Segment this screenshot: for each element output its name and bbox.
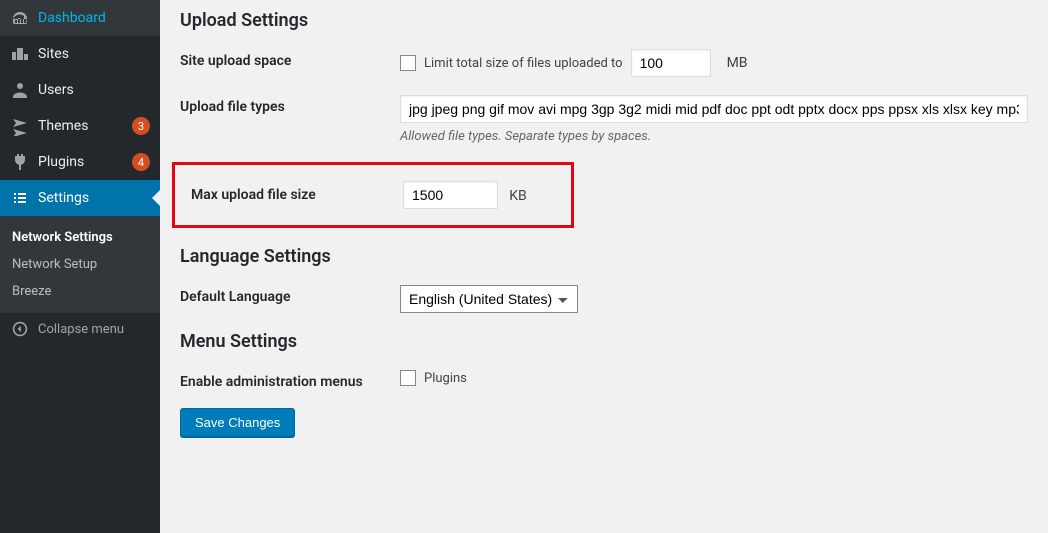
site-upload-space-label: Site upload space	[180, 49, 400, 69]
dashboard-icon	[10, 8, 30, 28]
default-language-select[interactable]: English (United States)	[400, 285, 578, 313]
themes-icon	[10, 116, 30, 136]
plugins-badge: 4	[132, 153, 150, 171]
sidebar-label: Dashboard	[38, 10, 150, 26]
default-language-row: Default Language English (United States)	[180, 285, 1028, 313]
sites-icon	[10, 44, 30, 64]
submenu-network-setup[interactable]: Network Setup	[0, 251, 160, 278]
limit-upload-unit: MB	[727, 55, 748, 71]
themes-badge: 3	[132, 117, 150, 135]
sidebar-label: Plugins	[38, 154, 127, 170]
submenu-network-settings[interactable]: Network Settings	[0, 224, 160, 251]
language-settings-heading: Language Settings	[180, 246, 1028, 267]
enable-admin-plugins-text: Plugins	[424, 371, 467, 386]
sidebar-item-sites[interactable]: Sites	[0, 36, 160, 72]
users-icon	[10, 80, 30, 100]
enable-admin-menus-label: Enable administration menus	[180, 370, 400, 390]
limit-upload-checkbox[interactable]	[400, 55, 416, 71]
enable-admin-menus-row: Enable administration menus Plugins	[180, 370, 1028, 390]
sidebar-item-settings[interactable]: Settings	[0, 180, 160, 216]
sidebar-item-dashboard[interactable]: Dashboard	[0, 0, 160, 36]
settings-submenu: Network Settings Network Setup Breeze	[0, 216, 160, 313]
settings-icon	[10, 188, 30, 208]
sidebar-label: Sites	[38, 46, 150, 62]
default-language-label: Default Language	[180, 285, 400, 305]
sidebar-item-themes[interactable]: Themes 3	[0, 108, 160, 144]
sidebar-label: Users	[38, 82, 150, 98]
sidebar-item-users[interactable]: Users	[0, 72, 160, 108]
sidebar-label: Themes	[38, 118, 127, 134]
max-upload-highlight: Max upload file size KB	[172, 162, 574, 228]
max-upload-label: Max upload file size	[191, 187, 403, 203]
sidebar-label: Settings	[38, 190, 150, 206]
menu-settings-heading: Menu Settings	[180, 331, 1028, 352]
upload-settings-heading: Upload Settings	[180, 10, 1028, 31]
limit-upload-text: Limit total size of files uploaded to	[424, 56, 623, 71]
max-upload-input[interactable]	[403, 181, 498, 209]
enable-admin-plugins-checkbox[interactable]	[400, 370, 416, 386]
save-changes-button[interactable]: Save Changes	[180, 408, 295, 437]
submenu-breeze[interactable]: Breeze	[0, 278, 160, 305]
limit-upload-input[interactable]	[631, 49, 711, 77]
max-upload-unit: KB	[509, 188, 527, 204]
upload-file-types-hint: Allowed file types. Separate types by sp…	[400, 129, 1028, 144]
main-content: Upload Settings Site upload space Limit …	[160, 0, 1048, 533]
collapse-menu-button[interactable]: Collapse menu	[0, 313, 160, 345]
upload-file-types-label: Upload file types	[180, 95, 400, 115]
collapse-label: Collapse menu	[38, 322, 124, 337]
sidebar-item-plugins[interactable]: Plugins 4	[0, 144, 160, 180]
site-upload-space-row: Site upload space Limit total size of fi…	[180, 49, 1028, 77]
admin-sidebar: Dashboard Sites Users Themes 3 Plugins 4…	[0, 0, 160, 533]
upload-file-types-row: Upload file types Allowed file types. Se…	[180, 95, 1028, 144]
collapse-icon	[10, 321, 30, 337]
plugins-icon	[10, 152, 30, 172]
upload-file-types-input[interactable]	[400, 95, 1028, 123]
